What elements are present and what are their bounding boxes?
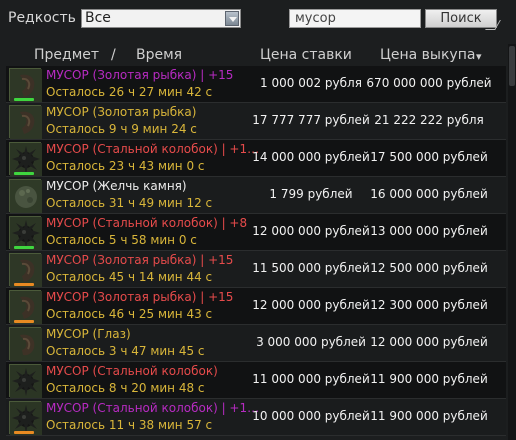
rarity-label: Редкость <box>8 10 76 26</box>
lot-row[interactable]: МУСОР (Золотая рыбка) Осталось 9 ч 9 мин … <box>6 103 506 140</box>
lot-bid-price: 3 000 000 рублей <box>256 335 366 349</box>
scrollbar-track[interactable] <box>508 44 516 440</box>
lot-name: МУСОР (Золотая рыбка) | +15 <box>46 290 234 304</box>
lot-bid-price: 1 000 002 рубля <box>260 76 362 90</box>
header-buyout-price[interactable]: Цена выкупа <box>380 47 475 63</box>
header-separator: / <box>111 47 116 63</box>
goldfish-icon[interactable] <box>9 253 42 287</box>
lot-name: МУСОР (Золотая рыбка) | +15 <box>46 253 234 267</box>
auction-window: Редкость Все мусор Поиск Предмет / Время… <box>0 0 516 440</box>
lot-name: МУСОР (Стальной колобок) | +8 <box>46 216 248 230</box>
lot-row[interactable]: МУСОР (Глаз) Осталось 3 ч 47 мин 45 с 3 00… <box>6 325 506 362</box>
goldfish-icon[interactable] <box>9 290 42 324</box>
lot-time-left: Осталось 8 ч 20 мин 48 с <box>46 381 205 395</box>
search-button-label: Поиск <box>440 11 482 26</box>
quality-bar <box>14 283 34 286</box>
lot-time-left: Осталось 5 ч 58 мин 0 с <box>46 233 197 247</box>
lot-name: МУСОР (Стальной колобок) <box>46 364 218 378</box>
quality-bar <box>14 431 34 434</box>
lot-bid-price: 11 000 000 рублей <box>252 372 370 386</box>
lot-name: МУСОР (Стальной колобок) | +1… <box>46 142 258 156</box>
quality-bar <box>14 320 34 323</box>
lot-buyout-price: 13 000 000 рублей <box>370 224 488 238</box>
lot-time-left: Осталось 46 ч 25 мин 43 с <box>46 307 213 321</box>
lot-buyout-price: 12 300 000 рублей <box>370 298 488 312</box>
lot-bid-price: 12 000 000 рублей <box>252 224 370 238</box>
lot-time-left: Осталось 23 ч 43 мин 0 с <box>46 159 205 173</box>
goldfish-icon[interactable] <box>9 105 42 139</box>
lot-bid-price: 1 799 рублей <box>269 187 353 201</box>
lot-time-left: Осталось 45 ч 14 мин 44 с <box>46 270 213 284</box>
lot-buyout-price: 21 222 222 рубля <box>374 113 484 127</box>
lot-row[interactable]: МУСОР (Золотая рыбка) | +15 Осталось 46 ч… <box>6 288 506 325</box>
lot-row[interactable]: МУСОР (Стальной колобок) | +1… Осталось 1… <box>6 399 506 436</box>
lot-time-left: Осталось 9 ч 9 мин 24 с <box>46 122 197 136</box>
lot-buyout-price: 11 900 000 рублей <box>370 372 488 386</box>
lot-buyout-price: 16 000 000 рублей <box>370 187 488 201</box>
search-button[interactable]: Поиск <box>425 9 501 30</box>
steel-ball-icon[interactable] <box>9 216 42 250</box>
lot-bid-price: 17 777 777 рублей <box>252 113 370 127</box>
rarity-selected-value: Все <box>85 10 111 26</box>
quality-bar <box>14 246 34 249</box>
lot-name: МУСОР (Глаз) <box>46 327 131 341</box>
header-time[interactable]: Время <box>136 47 182 63</box>
lot-row[interactable]: МУСОР (Желчь камня) Осталось 31 ч 49 мин … <box>6 177 506 214</box>
lot-row[interactable]: МУСОР (Стальной колобок) Осталось 8 ч 20 … <box>6 362 506 399</box>
filter-bar: Редкость Все мусор Поиск <box>0 0 516 38</box>
scrollbar-thumb[interactable] <box>509 46 515 86</box>
steel-ball-icon[interactable] <box>9 142 42 176</box>
header-item[interactable]: Предмет <box>34 47 99 63</box>
steel-ball-icon[interactable] <box>9 364 42 398</box>
button-corner-decoration <box>485 20 501 30</box>
lot-bid-price: 14 000 000 рублей <box>252 150 370 164</box>
lot-name: МУСОР (Золотая рыбка) <box>46 105 197 119</box>
lot-name: МУСОР (Стальной колобок) | +1… <box>46 401 258 415</box>
lot-row[interactable]: МУСОР (Стальной колобок) | +1… Осталось 2… <box>6 140 506 177</box>
lot-buyout-price: 12 500 000 рублей <box>370 261 488 275</box>
stone-bile-icon[interactable] <box>9 179 42 213</box>
eye-icon[interactable] <box>9 327 42 361</box>
lot-row[interactable]: МУСОР (Стальной колобок) | +8 Осталось 5 … <box>6 214 506 251</box>
lot-bid-price: 10 000 000 рублей <box>252 409 370 423</box>
lot-time-left: Осталось 3 ч 47 мин 45 с <box>46 344 205 358</box>
lot-list: МУСОР (Золотая рыбка) | +15 Осталось 26 ч… <box>6 66 506 440</box>
table-header: Предмет / Время Цена ставки Цена выкупа … <box>0 44 510 66</box>
lot-name: МУСОР (Желчь камня) <box>46 179 187 193</box>
lot-name: МУСОР (Золотая рыбка) | +15 <box>46 68 234 82</box>
quality-bar <box>14 98 34 101</box>
header-bid-price[interactable]: Цена ставки <box>260 47 352 63</box>
lot-time-left: Осталось 26 ч 27 мин 42 с <box>46 85 213 99</box>
lot-row[interactable]: МУСОР (Золотая рыбка) | +15 Осталось 26 ч… <box>6 66 506 103</box>
sort-desc-icon[interactable]: ▾ <box>476 50 482 63</box>
goldfish-icon[interactable] <box>9 68 42 102</box>
lot-time-left: Осталось 31 ч 49 мин 12 с <box>46 196 213 210</box>
lot-time-left: Осталось 11 ч 38 мин 57 с <box>46 418 213 432</box>
steel-ball-icon[interactable] <box>9 401 42 435</box>
search-input[interactable]: мусор <box>289 9 421 28</box>
lot-bid-price: 12 000 000 рублей <box>252 298 370 312</box>
lot-buyout-price: 670 000 000 рублей <box>366 76 492 90</box>
chevron-down-icon[interactable] <box>225 11 239 26</box>
lot-buyout-price: 12 000 000 рублей <box>370 335 488 349</box>
quality-bar <box>14 172 34 175</box>
rarity-dropdown[interactable]: Все <box>81 9 241 28</box>
lot-buyout-price: 11 900 000 рублей <box>370 409 488 423</box>
lot-buyout-price: 17 500 000 рублей <box>370 150 488 164</box>
lot-row[interactable]: МУСОР (Золотая рыбка) | +15 Осталось 45 ч… <box>6 251 506 288</box>
lot-bid-price: 11 500 000 рублей <box>252 261 370 275</box>
